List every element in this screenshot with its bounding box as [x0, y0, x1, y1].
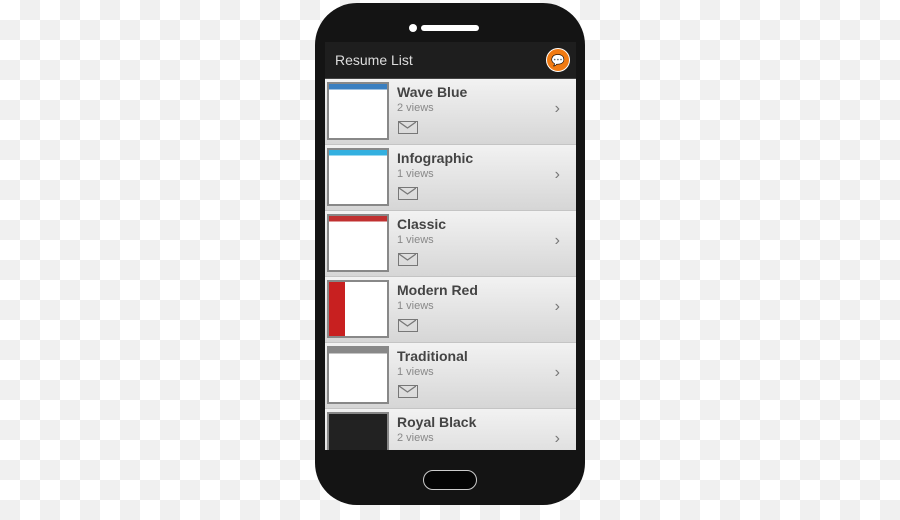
- chevron-right-icon: ›: [554, 298, 560, 315]
- page-title: Resume List: [335, 52, 413, 68]
- chevron-right-icon: ›: [554, 166, 560, 183]
- resume-list-item[interactable]: Modern Red 1 views ›: [325, 277, 576, 343]
- resume-thumbnail: [327, 148, 389, 206]
- resume-name: Wave Blue: [397, 84, 468, 100]
- resume-list-item[interactable]: Traditional 1 views ›: [325, 343, 576, 409]
- resume-views: 1 views: [397, 366, 434, 378]
- resume-list: Wave Blue 2 views › Infographic 1 views …: [325, 79, 576, 450]
- resume-views: 1 views: [397, 300, 434, 312]
- resume-thumbnail: [327, 412, 389, 450]
- resume-thumbnail: [327, 214, 389, 272]
- envelope-icon[interactable]: [398, 187, 418, 200]
- home-button[interactable]: [423, 470, 477, 490]
- speaker-grille: [421, 25, 479, 31]
- chevron-right-icon: ›: [554, 100, 560, 117]
- envelope-icon[interactable]: [398, 121, 418, 134]
- chat-bubbles-icon[interactable]: 💬: [546, 48, 570, 72]
- resume-thumbnail: [327, 346, 389, 404]
- action-bar: Resume List 💬: [325, 42, 576, 79]
- screen: Resume List 💬 Wave Blue 2 views › Infogr…: [325, 42, 576, 450]
- resume-views: 2 views: [397, 102, 434, 114]
- envelope-icon[interactable]: [398, 385, 418, 398]
- chevron-right-icon: ›: [554, 232, 560, 249]
- resume-views: 1 views: [397, 168, 434, 180]
- resume-list-item[interactable]: Classic 1 views ›: [325, 211, 576, 277]
- resume-name: Classic: [397, 216, 447, 232]
- chevron-right-icon: ›: [554, 430, 560, 447]
- resume-thumbnail: [327, 280, 389, 338]
- resume-views: 1 views: [397, 234, 434, 246]
- phone-frame: Resume List 💬 Wave Blue 2 views › Infogr…: [315, 3, 585, 505]
- resume-thumbnail: [327, 82, 389, 140]
- resume-name: Royal Black: [397, 414, 477, 430]
- envelope-icon[interactable]: [398, 253, 418, 266]
- resume-name: Infographic: [397, 150, 474, 166]
- resume-list-item[interactable]: Infographic 1 views ›: [325, 145, 576, 211]
- resume-list-item[interactable]: Royal Black 2 views ›: [325, 409, 576, 450]
- resume-name: Modern Red: [397, 282, 478, 298]
- resume-views: 2 views: [397, 432, 434, 444]
- resume-name: Traditional: [397, 348, 468, 364]
- resume-list-item[interactable]: Wave Blue 2 views ›: [325, 79, 576, 145]
- envelope-icon[interactable]: [398, 319, 418, 332]
- front-camera: [409, 24, 417, 32]
- chevron-right-icon: ›: [554, 364, 560, 381]
